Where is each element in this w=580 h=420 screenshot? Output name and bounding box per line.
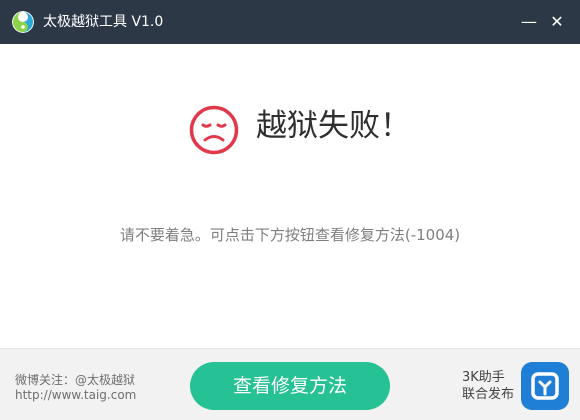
error-hint: 请不要着急。可点击下方按钮查看修复方法(-1004) bbox=[119, 226, 461, 244]
partner-name: 3K助手 bbox=[462, 370, 505, 385]
minimize-button[interactable]: — bbox=[518, 11, 540, 33]
3k-assistant-icon bbox=[521, 362, 569, 410]
result-panel: 越狱失败！ 请不要着急。可点击下方按钮查看修复方法(-1004) bbox=[0, 44, 580, 348]
status-title: 越狱失败！ bbox=[256, 108, 411, 144]
footer-bar: 微博关注：@太极越狱 http://www.taig.com 查看修复方法 3K… bbox=[0, 348, 580, 420]
partner-text: 3K助手 联合发布 bbox=[462, 369, 514, 403]
view-fix-method-button[interactable]: 查看修复方法 bbox=[190, 362, 390, 410]
taiji-logo-icon bbox=[12, 11, 34, 33]
partner-release-label: 联合发布 bbox=[462, 387, 515, 402]
sad-face-icon bbox=[188, 104, 240, 156]
weibo-follow-text: 微博关注：@太极越狱 bbox=[15, 373, 136, 387]
close-button[interactable]: ✕ bbox=[546, 11, 568, 33]
title-bar: 太极越狱工具 V1.0 — ✕ bbox=[0, 0, 580, 44]
website-link[interactable]: http://www.taig.com bbox=[15, 388, 136, 402]
window-title: 太极越狱工具 V1.0 bbox=[43, 14, 164, 30]
